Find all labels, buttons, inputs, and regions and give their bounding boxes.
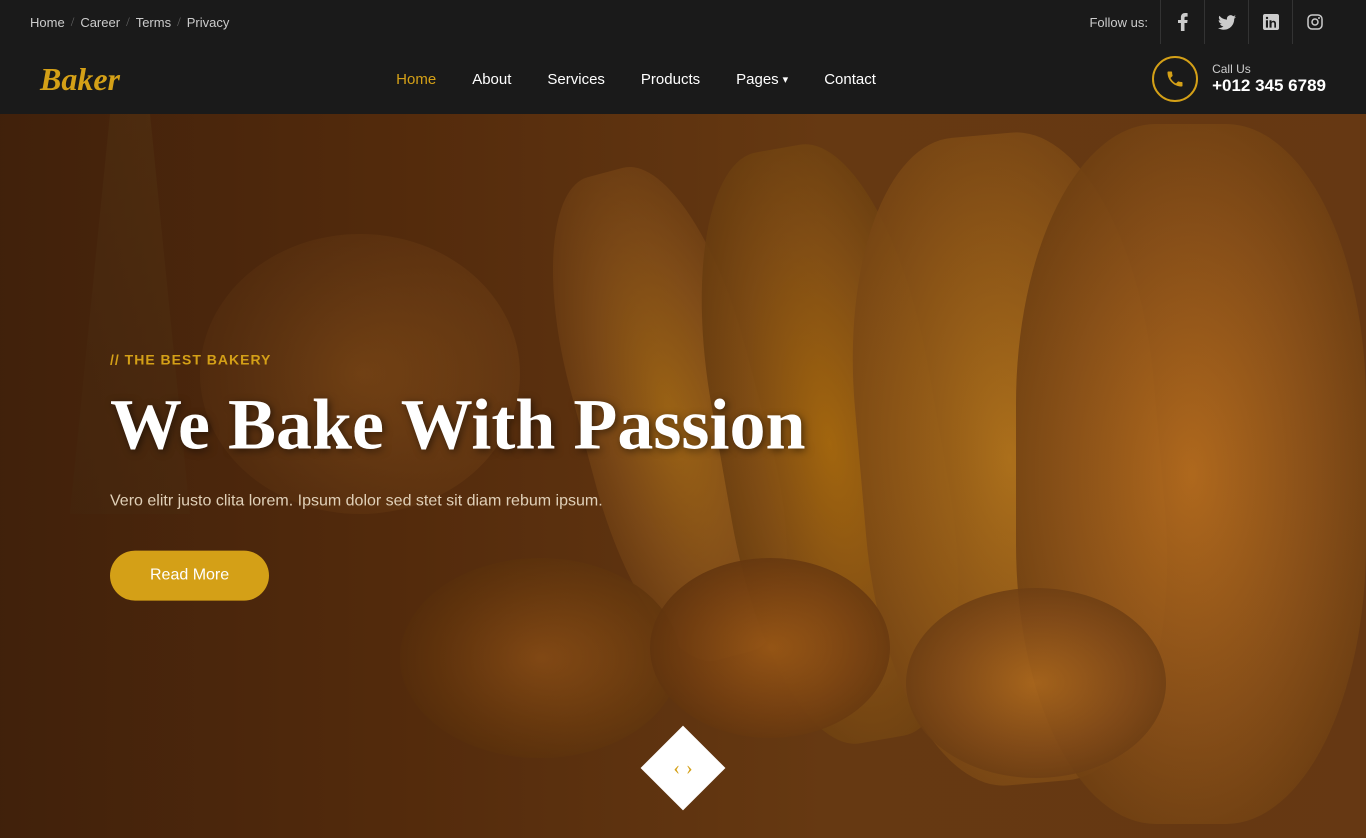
separator-3: / — [177, 14, 181, 30]
read-more-button[interactable]: Read More — [110, 550, 269, 600]
separator-1: / — [71, 14, 75, 30]
facebook-icon[interactable] — [1160, 0, 1204, 44]
hero-nav: ‹ › — [643, 728, 723, 808]
call-us: Call Us +012 345 6789 — [1152, 56, 1326, 102]
nav-pages-dropdown[interactable]: Pages ▾ — [736, 71, 788, 88]
topbar-link-privacy[interactable]: Privacy — [187, 15, 230, 30]
next-arrow-icon[interactable]: › — [686, 757, 693, 780]
separator-2: / — [126, 14, 130, 30]
nav-links: Home About Services Products Pages ▾ Con… — [396, 71, 876, 88]
topbar-link-career[interactable]: Career — [80, 15, 120, 30]
chevron-down-icon: ▾ — [783, 73, 789, 86]
call-label: Call Us — [1212, 62, 1326, 76]
hero-subtitle: // THE BEST BAKERY — [110, 352, 806, 368]
nav-contact[interactable]: Contact — [824, 71, 876, 88]
call-number: +012 345 6789 — [1212, 76, 1326, 96]
nav-about[interactable]: About — [472, 71, 511, 88]
prev-arrow-icon[interactable]: ‹ — [673, 757, 680, 780]
topbar-links: Home / Career / Terms / Privacy — [30, 14, 229, 30]
nav-pages-label: Pages — [736, 71, 779, 88]
topbar-link-terms[interactable]: Terms — [136, 15, 171, 30]
hero-description: Vero elitr justo clita lorem. Ipsum dolo… — [110, 489, 806, 515]
instagram-icon[interactable] — [1292, 0, 1336, 44]
topbar: Home / Career / Terms / Privacy Follow u… — [0, 0, 1366, 44]
follow-label: Follow us: — [1089, 15, 1148, 30]
linkedin-icon[interactable] — [1248, 0, 1292, 44]
navbar: Baker Home About Services Products Pages… — [0, 44, 1366, 114]
hero-section: // THE BEST BAKERY We Bake With Passion … — [0, 114, 1366, 838]
hero-content: // THE BEST BAKERY We Bake With Passion … — [110, 352, 806, 601]
topbar-right: Follow us: — [1089, 0, 1336, 44]
nav-home[interactable]: Home — [396, 71, 436, 88]
hero-title: We Bake With Passion — [110, 386, 806, 465]
call-text: Call Us +012 345 6789 — [1212, 62, 1326, 96]
site-logo[interactable]: Baker — [40, 61, 120, 98]
phone-icon — [1152, 56, 1198, 102]
nav-products[interactable]: Products — [641, 71, 700, 88]
nav-services[interactable]: Services — [547, 71, 605, 88]
twitter-icon[interactable] — [1204, 0, 1248, 44]
topbar-link-home[interactable]: Home — [30, 15, 65, 30]
